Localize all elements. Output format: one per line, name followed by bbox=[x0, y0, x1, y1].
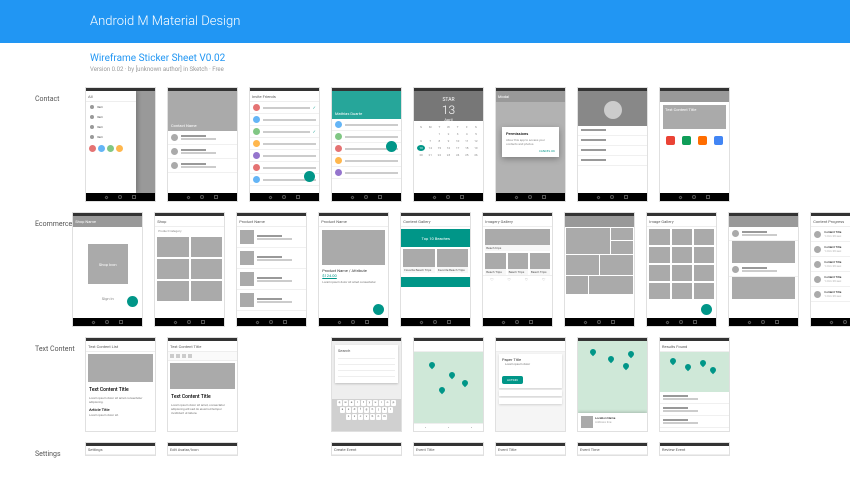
text-list[interactable]: Text Content List Text Content Title Lor… bbox=[85, 337, 156, 432]
section-label-settings: Settings bbox=[35, 450, 85, 458]
page-content: Wireframe Sticker Sheet V0.02 Version 0.… bbox=[0, 43, 850, 458]
section-settings: Settings Settings Edit Avatar/Icon Creat… bbox=[90, 442, 850, 458]
contact-screen-invite[interactable]: Invite Friends ✓ ✓ bbox=[249, 87, 320, 202]
contact-screen-drawer[interactable]: All Item Item Item Item bbox=[85, 87, 156, 202]
app-icon[interactable] bbox=[698, 136, 707, 145]
settings-screen[interactable]: Review Event bbox=[659, 442, 730, 456]
ecom-content-feed[interactable] bbox=[728, 212, 799, 327]
settings-screen[interactable]: Event Time bbox=[577, 442, 648, 456]
ecom-imagery-gallery[interactable]: Imagery Gallery Beach trips Beach TripsB… bbox=[482, 212, 553, 327]
settings-screen[interactable]: Event Title bbox=[413, 442, 484, 456]
page-title: Android M Material Design bbox=[90, 14, 240, 29]
text-map-results[interactable]: Paper Title Lorem ipsum dolor ACTION bbox=[495, 337, 566, 432]
ecom-product-list[interactable]: Product Name bbox=[236, 212, 307, 327]
contact-screen-empty-profile[interactable] bbox=[577, 87, 648, 202]
gmail-icon[interactable] bbox=[666, 136, 675, 145]
settings-screen[interactable]: Create Event bbox=[331, 442, 402, 456]
keyboard[interactable]: qwertyuiop asdfghjkl zxcvbnm bbox=[332, 399, 401, 431]
ecom-content-progress[interactable]: Content Progress Content Title1 min 29 s… bbox=[810, 212, 850, 327]
contact-screen-chat[interactable]: Mathias Duarte bbox=[331, 87, 402, 202]
app-icon[interactable] bbox=[714, 136, 723, 145]
fab-gallery[interactable] bbox=[701, 304, 712, 315]
section-label-contact: Contact bbox=[35, 95, 85, 103]
contact-screen-calendar[interactable]: STAR 13 April SMTWTFS 12345 6789101112 1… bbox=[413, 87, 484, 202]
ecom-shop-grid[interactable]: Shop Product Category bbox=[154, 212, 225, 327]
ecom-image-gallery[interactable]: Image Gallery bbox=[646, 212, 717, 327]
permission-dialog: Permissions Allow this app to access you… bbox=[502, 127, 559, 157]
ecom-shop-landing[interactable]: Shop Name Shop Icon Sign in bbox=[72, 212, 143, 327]
text-screens: Text Content List Text Content Title Lor… bbox=[85, 337, 730, 432]
contact-screen-apps[interactable]: Text Content Title bbox=[659, 87, 730, 202]
fab-shop[interactable] bbox=[127, 296, 138, 307]
section-label-ecommerce: Ecommerce bbox=[35, 220, 72, 228]
app-icon[interactable] bbox=[682, 136, 691, 145]
text-map-list[interactable]: Results Found bbox=[659, 337, 730, 432]
contact-screens: All Item Item Item Item Contact Name bbox=[85, 87, 730, 202]
settings-screen[interactable]: Edit Avatar/Icon bbox=[167, 442, 238, 456]
text-map-pins[interactable]: ••• bbox=[413, 337, 484, 432]
fab-chat[interactable] bbox=[386, 141, 397, 152]
text-detail[interactable]: Text Content Title Text Content Title Lo… bbox=[167, 337, 238, 432]
settings-screen[interactable]: Event Title bbox=[495, 442, 566, 456]
subtitle[interactable]: Wireframe Sticker Sheet V0.02 bbox=[90, 53, 850, 64]
section-text: Text Content Text Content List Text Cont… bbox=[90, 337, 850, 432]
section-label-text: Text Content bbox=[35, 345, 85, 353]
fab-cart[interactable] bbox=[373, 304, 384, 315]
settings-screen[interactable]: Settings bbox=[85, 442, 156, 456]
page-header: Android M Material Design bbox=[0, 0, 850, 43]
ecommerce-screens: Shop Name Shop Icon Sign in Shop Product… bbox=[72, 212, 850, 327]
ecom-content-gallery[interactable]: Content Gallery Top 10 Beaches Favorite … bbox=[400, 212, 471, 327]
dialog-actions[interactable]: CANCEL OK bbox=[506, 149, 555, 153]
ecom-product-detail[interactable]: Product Name Product Name / Attribute $1… bbox=[318, 212, 389, 327]
meta-info: Version 0.02 · by [unknown author] in Sk… bbox=[90, 66, 850, 73]
ecom-image-masonry[interactable] bbox=[564, 212, 635, 327]
fab-invite[interactable] bbox=[304, 171, 315, 182]
text-search[interactable]: Search qwertyuiop asdfghjkl zxcvbnm bbox=[331, 337, 402, 432]
settings-screens: Settings Edit Avatar/Icon Create Event E… bbox=[85, 442, 730, 456]
section-ecommerce: Ecommerce Shop Name Shop Icon Sign in Sh… bbox=[90, 212, 850, 327]
contact-screen-profile[interactable]: Contact Name bbox=[167, 87, 238, 202]
contact-screen-dialog[interactable]: Modal Permissions Allow this app to acce… bbox=[495, 87, 566, 202]
section-contact: Contact All Item Item Item Item bbox=[90, 87, 850, 202]
text-map-detail[interactable]: Location NameAddress line bbox=[577, 337, 648, 432]
